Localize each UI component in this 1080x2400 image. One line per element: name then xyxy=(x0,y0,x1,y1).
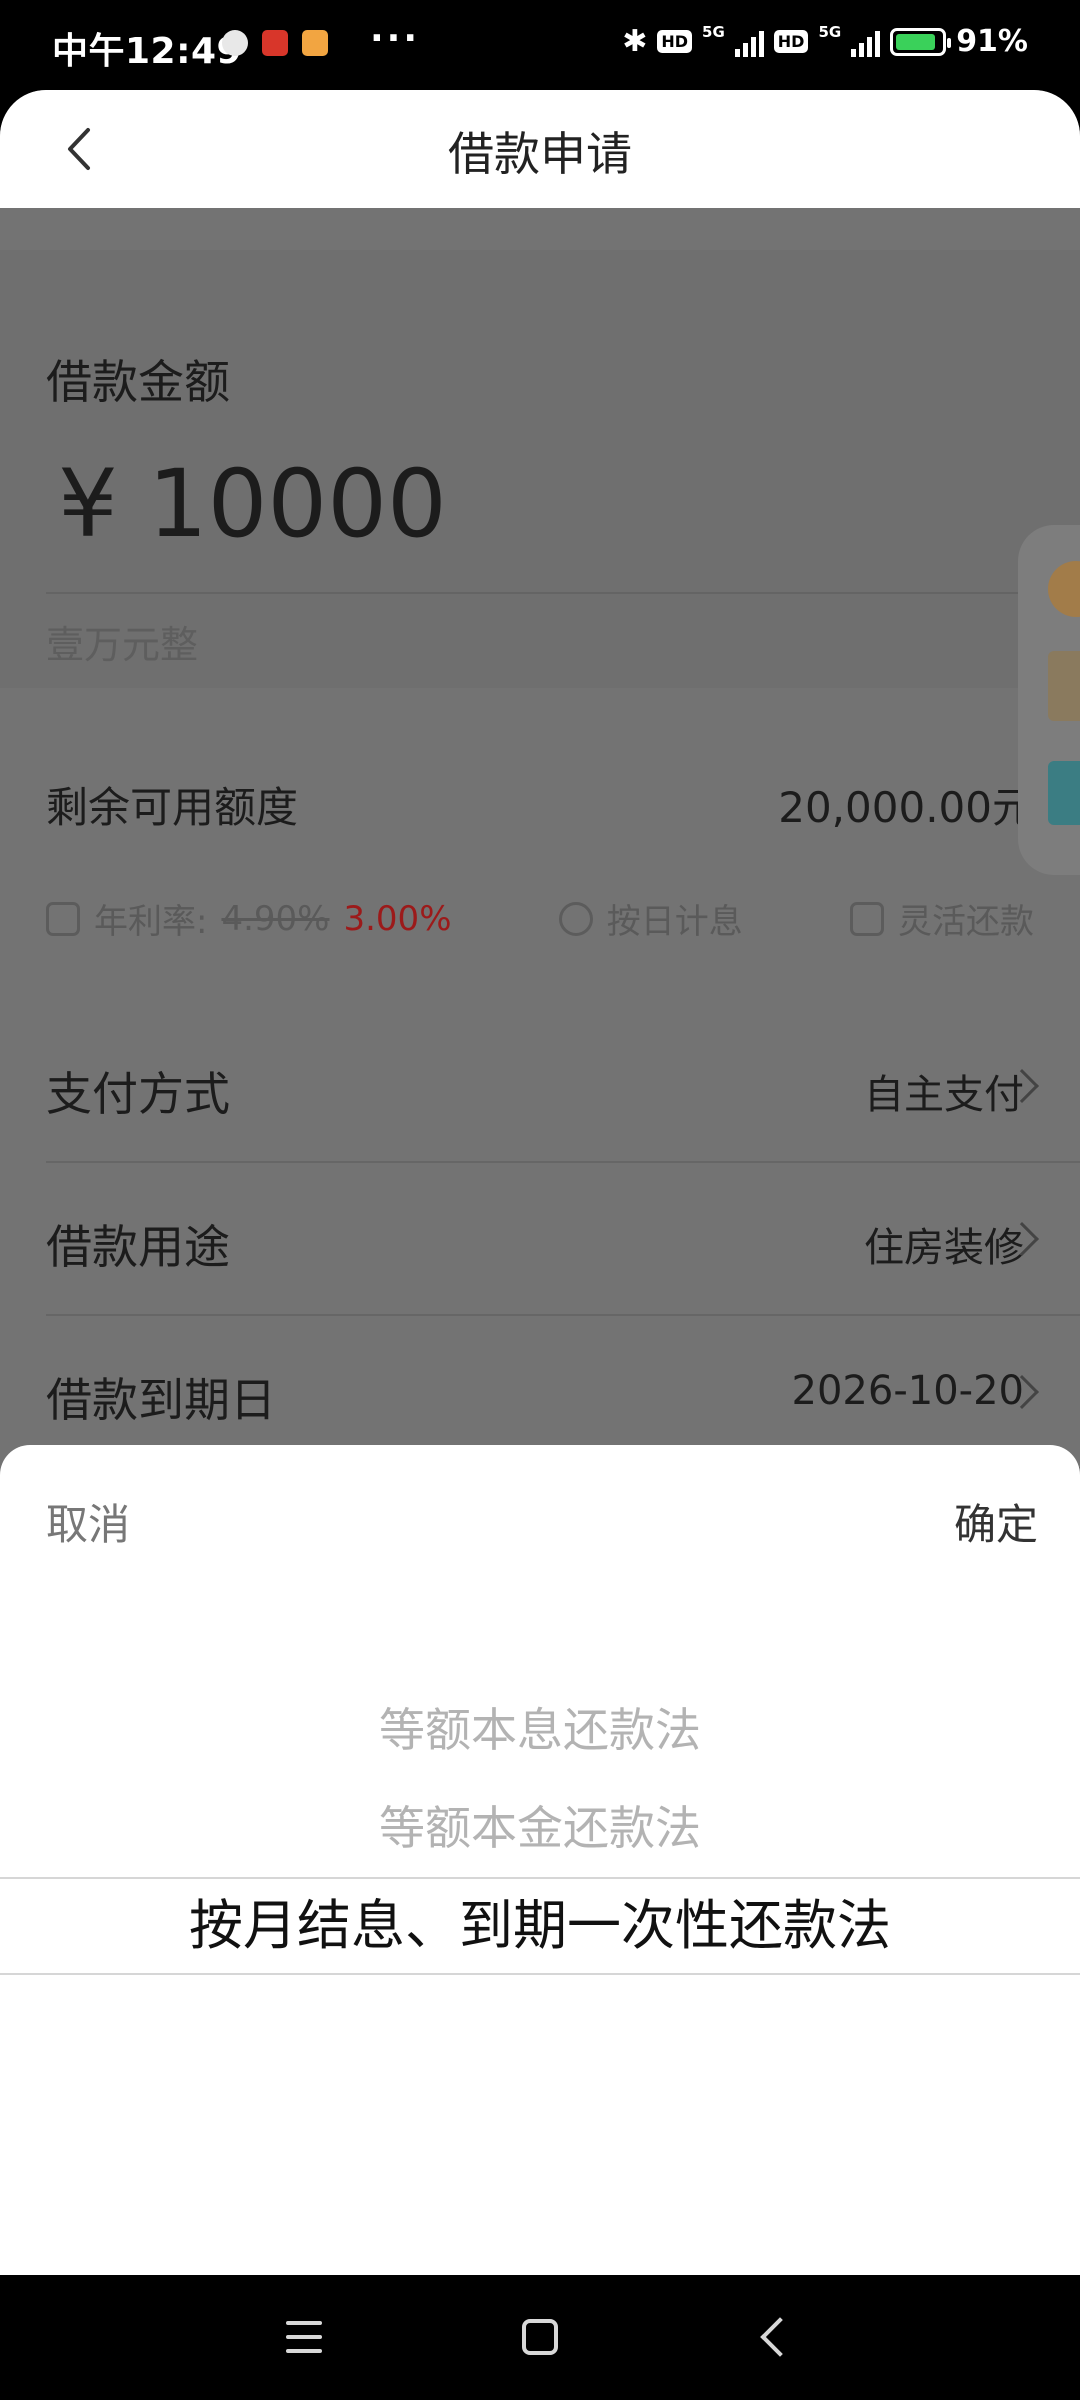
app-notification-icon xyxy=(262,30,288,56)
amount-label: 借款金额 xyxy=(46,355,230,409)
promo-badge-icon[interactable] xyxy=(1048,561,1080,617)
amount-chinese: 壹万元整 xyxy=(46,623,199,667)
picker-option-selected[interactable]: 按月结息、到期一次性还款法 xyxy=(0,1877,1080,1975)
status-time: 中午12:49 xyxy=(52,31,243,72)
quota-value: 20,000.00元 xyxy=(778,783,1034,832)
divider xyxy=(46,592,1080,594)
amount-card: 借款金额 ¥10000 壹万元整 xyxy=(0,250,1080,688)
nav-bar: 借款申请 xyxy=(0,90,1080,208)
payment-method-label: 支付方式 xyxy=(46,1067,230,1121)
rate-old: 4.90% xyxy=(221,898,330,939)
payment-method-value: 自主支付 xyxy=(864,1072,1024,1118)
picker-wheel[interactable]: 等额本息还款法 等额本金还款法 按月结息、到期一次性还款法 xyxy=(0,1681,1080,1975)
quota-label: 剩余可用额度 xyxy=(46,783,299,832)
yuan-rate-icon xyxy=(46,901,80,936)
system-back-icon[interactable] xyxy=(760,2317,800,2357)
amount-input[interactable]: ¥10000 xyxy=(58,450,447,559)
rate-new: 3.00% xyxy=(343,898,452,939)
battery-percent: 91% xyxy=(956,24,1028,59)
confirm-button[interactable]: 确定 xyxy=(954,1491,1038,1552)
home-icon[interactable] xyxy=(522,2319,558,2355)
gift-icon[interactable] xyxy=(1048,651,1080,721)
status-right: ✱ HD 5G HD 5G 91% xyxy=(622,22,1028,60)
qq-notification-icon xyxy=(222,30,248,56)
rate-tag: 年利率: 4.90% 3.00% xyxy=(46,894,452,943)
cancel-button[interactable]: 取消 xyxy=(46,1491,130,1552)
daily-interest-label: 按日计息 xyxy=(606,902,743,942)
page-title: 借款申请 xyxy=(448,127,632,181)
flexible-repay-tag: 灵活还款 xyxy=(850,894,1034,943)
flexible-repay-label: 灵活还款 xyxy=(898,902,1034,942)
hd-badge-1: HD xyxy=(657,30,693,53)
yuan-clock-icon xyxy=(558,901,593,936)
menu-icon[interactable] xyxy=(286,2321,322,2353)
picker-option[interactable]: 等额本金还款法 xyxy=(0,1779,1080,1877)
hd-badge-2: HD xyxy=(773,30,809,53)
picker-option[interactable]: 等额本息还款法 xyxy=(0,1681,1080,1779)
loan-purpose-label: 借款用途 xyxy=(46,1220,230,1274)
network-label-1: 5G xyxy=(702,22,725,41)
due-date-label: 借款到期日 xyxy=(46,1373,276,1427)
signal-icon-1 xyxy=(734,27,764,57)
status-bar: 中午12:49 ··· ✱ HD 5G HD 5G 91% xyxy=(0,0,1080,90)
amount-value: 10000 xyxy=(147,450,447,559)
quota-section: 剩余可用额度 20,000.00元 年利率: 4.90% 3.00% 按日计息 … xyxy=(0,708,1080,1054)
system-nav-bar xyxy=(0,2275,1080,2400)
payment-method-row[interactable]: 支付方式 自主支付 xyxy=(46,1010,1080,1163)
tablet-icon[interactable] xyxy=(1048,761,1080,825)
rate-label: 年利率: xyxy=(94,902,208,942)
card-icon xyxy=(850,901,884,936)
repayment-method-picker: 取消 确定 等额本息还款法 等额本金还款法 按月结息、到期一次性还款法 xyxy=(0,1445,1080,2275)
more-notifications-icon: ··· xyxy=(370,18,421,59)
battery-icon xyxy=(890,27,952,56)
daily-interest-tag: 按日计息 xyxy=(558,894,743,943)
message-notification-icon xyxy=(302,30,328,56)
loan-options-list: 支付方式 自主支付 借款用途 住房装修 借款到期日 2026-10-20 xyxy=(0,1010,1080,1469)
notification-icons xyxy=(222,30,328,56)
floating-side-widget[interactable] xyxy=(1018,525,1080,875)
signal-icon-2 xyxy=(851,27,881,57)
loan-tags: 年利率: 4.90% 3.00% 按日计息 灵活还款 xyxy=(46,894,1034,943)
network-label-2: 5G xyxy=(818,22,842,41)
currency-symbol: ¥ xyxy=(58,450,118,559)
bluetooth-icon: ✱ xyxy=(622,24,648,59)
loan-purpose-row[interactable]: 借款用途 住房装修 xyxy=(46,1163,1080,1316)
loan-purpose-value: 住房装修 xyxy=(864,1225,1024,1271)
due-date-value: 2026-10-20 xyxy=(791,1368,1024,1414)
